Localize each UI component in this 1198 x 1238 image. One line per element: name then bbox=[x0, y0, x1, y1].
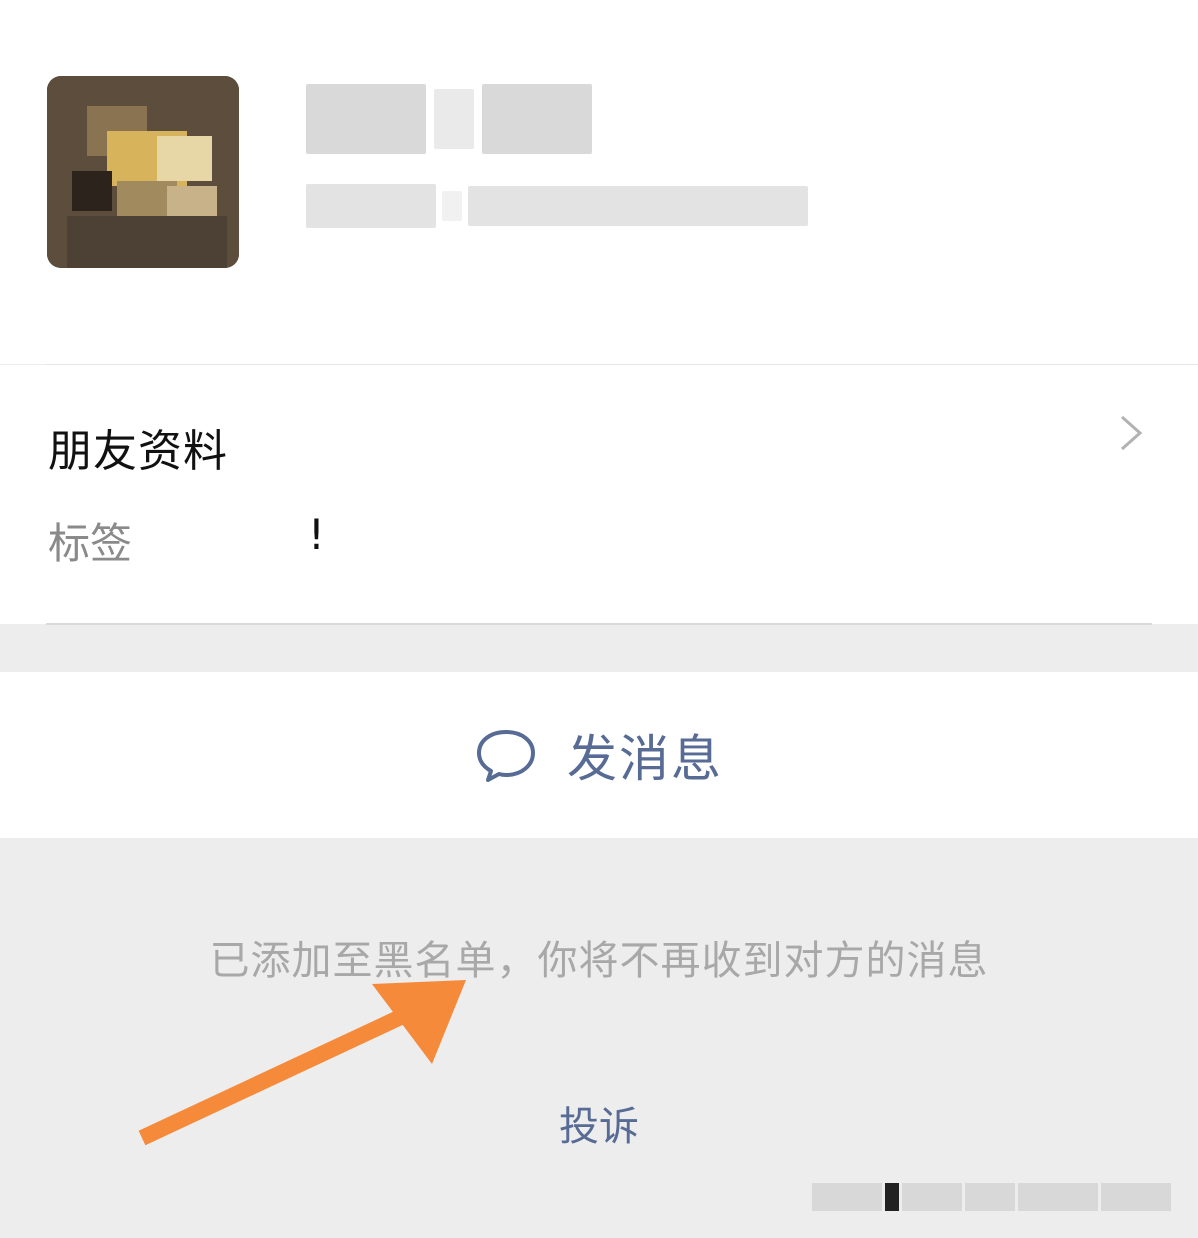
name-redacted bbox=[306, 76, 596, 162]
chat-bubble-icon bbox=[477, 730, 535, 782]
divider bbox=[46, 623, 1152, 625]
send-message-label: 发消息 bbox=[567, 730, 723, 788]
avatar[interactable] bbox=[47, 76, 239, 268]
chevron-right-icon bbox=[1121, 415, 1143, 451]
tag-label: 标签 bbox=[48, 519, 133, 568]
complain-link[interactable]: 投诉 bbox=[0, 1094, 1198, 1152]
tag-value: ! bbox=[308, 510, 325, 559]
friend-info-section[interactable]: 朋友资料 标签 ! bbox=[0, 365, 1198, 624]
send-message-button[interactable]: 发消息 bbox=[0, 672, 1198, 838]
profile-header bbox=[0, 0, 1198, 364]
wechat-id-redacted bbox=[306, 180, 811, 232]
watermark bbox=[812, 1180, 1177, 1214]
friend-info-title: 朋友资料 bbox=[48, 426, 228, 477]
